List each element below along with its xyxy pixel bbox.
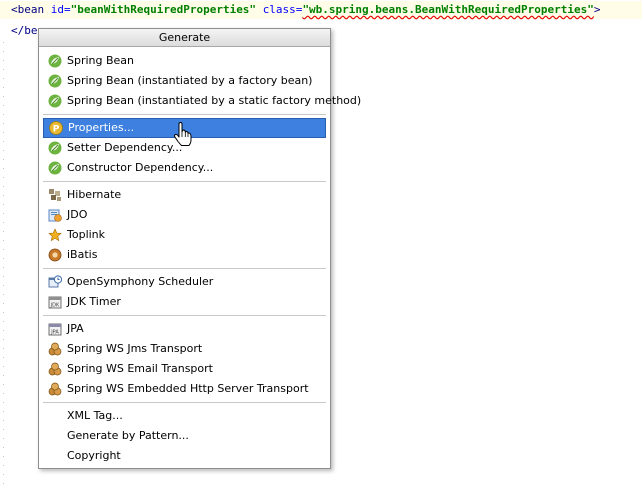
- hibernate-icon: [49, 189, 61, 201]
- menu-item-ibatis[interactable]: iBatis: [43, 245, 326, 265]
- menu-item-constructor-dependency[interactable]: Constructor Dependency...: [43, 158, 326, 178]
- generate-popup[interactable]: Generate Spring Bean Spring Bean (instan…: [38, 28, 361, 469]
- menu-item-spring-ws-jms-transport[interactable]: Spring WS Jms Transport: [43, 339, 326, 359]
- scheduler-icon: [48, 275, 62, 288]
- id-value: "beanWithRequiredProperties": [70, 3, 257, 16]
- menu-item-label: Toplink: [67, 228, 106, 241]
- menu-item-label: JDK Timer: [67, 295, 121, 308]
- spring-leaf-icon: [48, 54, 62, 68]
- menu-item-label: iBatis: [67, 248, 98, 261]
- menu-item-spring-ws-embedded-http[interactable]: Spring WS Embedded Http Server Transport: [43, 379, 326, 399]
- menu-item-label: OpenSymphony Scheduler: [67, 275, 214, 288]
- menu-item-label: Constructor Dependency...: [67, 161, 214, 174]
- jdo-icon: [48, 209, 62, 222]
- menu-item-label: Spring WS Embedded Http Server Transport: [67, 382, 309, 395]
- jdk-timer-icon: JDK: [48, 296, 62, 309]
- menu-separator: [43, 114, 326, 115]
- menu-item-copyright[interactable]: Copyright: [43, 446, 326, 466]
- menu-item-label: Setter Dependency...: [67, 141, 183, 154]
- spring-leaf-icon: [48, 141, 62, 155]
- ws-transport-icon: [48, 362, 62, 376]
- menu-item-xml-tag[interactable]: XML Tag...: [43, 406, 326, 426]
- hand-pointer-cursor-icon: [173, 122, 192, 146]
- ws-transport-icon: [48, 342, 62, 356]
- menu-item-spring-bean[interactable]: Spring Bean: [43, 51, 326, 71]
- menu-item-label: Copyright: [67, 449, 121, 462]
- gutter-fold-markers: [3, 42, 4, 488]
- menu-item-jdo[interactable]: JDO: [43, 205, 326, 225]
- svg-text:JDK: JDK: [50, 303, 60, 309]
- menu-separator: [43, 402, 326, 403]
- menu-item-jdk-timer[interactable]: JDK JDK Timer: [43, 292, 326, 312]
- code-line-2[interactable]: </be: [0, 22, 38, 40]
- ibatis-icon: [48, 248, 62, 262]
- code-line-1[interactable]: <bean id="beanWithRequiredProperties" cl…: [0, 1, 642, 19]
- property-p-icon: P: [49, 121, 63, 135]
- menu-item-toplink[interactable]: Toplink: [43, 225, 326, 245]
- menu-item-label: Spring WS Jms Transport: [67, 342, 203, 355]
- menu-item-label: Spring Bean: [67, 54, 135, 67]
- menu-item-spring-bean-factory-bean[interactable]: Spring Bean (instantiated by a factory b…: [43, 71, 326, 91]
- menu-item-label: Hibernate: [67, 188, 122, 201]
- class-value: "wb.spring.beans.BeanWithRequiredPropert…: [302, 3, 594, 16]
- menu-item-label: JDO: [67, 208, 88, 221]
- menu-item-hibernate[interactable]: Hibernate: [43, 185, 326, 205]
- menu-separator: [43, 268, 326, 269]
- spring-leaf-icon: [48, 161, 62, 175]
- spring-leaf-icon: [48, 74, 62, 88]
- ws-transport-icon: [48, 382, 62, 396]
- menu-item-label: Properties...: [68, 121, 135, 134]
- bean-open-tag: <bean: [11, 3, 45, 16]
- menu-separator: [43, 181, 326, 182]
- svg-text:JPA: JPA: [50, 330, 59, 336]
- menu-item-spring-ws-email-transport[interactable]: Spring WS Email Transport: [43, 359, 326, 379]
- svg-text:P: P: [53, 125, 60, 135]
- menu-item-label: JPA: [67, 322, 84, 335]
- menu-item-label: Spring WS Email Transport: [67, 362, 213, 375]
- popup-title: Generate: [39, 29, 330, 47]
- menu-item-jpa[interactable]: JPA JPA: [43, 319, 326, 339]
- menu-item-label: Generate by Pattern...: [67, 429, 189, 442]
- toplink-icon: [48, 228, 62, 242]
- id-attribute: id=: [50, 3, 71, 16]
- menu-item-label: Spring Bean (instantiated by a static fa…: [67, 94, 362, 107]
- menu-separator: [43, 315, 326, 316]
- menu-item-label: Spring Bean (instantiated by a factory b…: [67, 74, 313, 87]
- menu-item-spring-bean-static-factory[interactable]: Spring Bean (instantiated by a static fa…: [43, 91, 361, 111]
- menu-item-opensymphony-scheduler[interactable]: OpenSymphony Scheduler: [43, 272, 326, 292]
- jpa-icon: JPA: [48, 323, 62, 336]
- spring-leaf-icon: [48, 94, 62, 108]
- menu-item-label: XML Tag...: [67, 409, 123, 422]
- tag-close: >: [593, 3, 601, 16]
- class-attribute: class=: [262, 3, 303, 16]
- menu-item-generate-by-pattern[interactable]: Generate by Pattern...: [43, 426, 326, 446]
